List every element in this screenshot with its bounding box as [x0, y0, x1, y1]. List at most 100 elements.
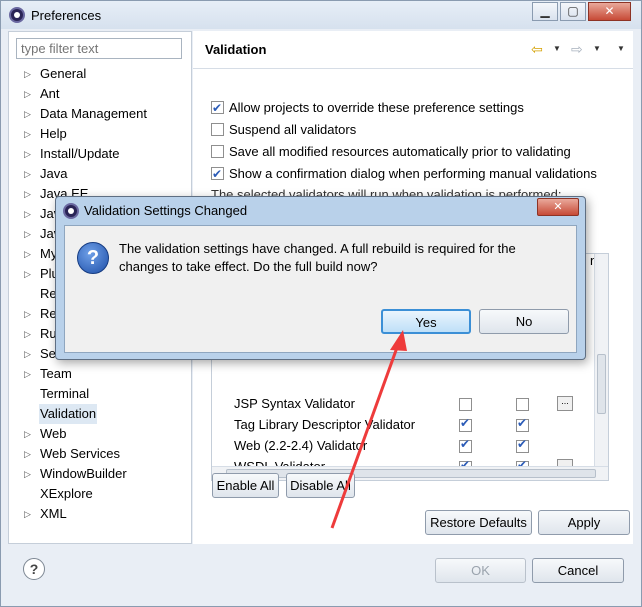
build-checkbox[interactable]: [516, 437, 529, 453]
back-arrow-icon[interactable]: ⇦: [531, 41, 543, 58]
disable-all-button[interactable]: Disable All: [286, 473, 355, 498]
tree-item-label: Data Management: [40, 106, 147, 121]
expand-arrow-icon[interactable]: ▷: [24, 104, 31, 124]
validation-settings-dialog: Validation Settings Changed ✕ ? The vali…: [55, 196, 586, 360]
expand-arrow-icon[interactable]: ▷: [24, 444, 31, 464]
expand-arrow-icon[interactable]: ▷: [24, 244, 31, 264]
tree-item[interactable]: ▷ Team: [9, 364, 191, 384]
minimize-button[interactable]: ▁: [532, 2, 558, 21]
option-row[interactable]: Allow projects to override these prefere…: [211, 98, 524, 118]
expand-arrow-icon[interactable]: ▷: [24, 304, 31, 324]
tree-item-label: Validation: [39, 404, 98, 424]
expand-arrow-icon[interactable]: ▷: [24, 504, 31, 524]
dialog-close-button[interactable]: ✕: [537, 198, 579, 216]
apply-button[interactable]: Apply: [538, 510, 630, 535]
tree-item-label: Java: [40, 166, 68, 181]
expand-arrow-icon[interactable]: ▷: [24, 84, 31, 104]
validator-name: Web (2.2-2.4) Validator: [234, 438, 368, 453]
expand-arrow-icon[interactable]: ▷: [24, 144, 31, 164]
expand-arrow-icon[interactable]: ▷: [24, 204, 31, 224]
tree-item-label: XExplore: [40, 486, 93, 501]
vertical-scrollbar[interactable]: [594, 254, 608, 468]
tree-item[interactable]: Terminal: [9, 384, 191, 404]
settings-ellipsis-button[interactable]: ...: [557, 396, 573, 411]
manual-checkbox[interactable]: [459, 437, 472, 453]
validator-name: Tag Library Descriptor Validator: [234, 417, 416, 432]
page-title: Validation: [205, 42, 267, 57]
option-checkbox[interactable]: [211, 123, 224, 136]
filter-input[interactable]: [16, 38, 182, 59]
expand-arrow-icon[interactable]: ▷: [24, 464, 31, 484]
ok-button[interactable]: OK: [435, 558, 526, 583]
tree-item-label: Install/Update: [40, 146, 120, 161]
expand-arrow-icon[interactable]: ▷: [24, 364, 31, 384]
expand-arrow-icon[interactable]: ▷: [24, 324, 31, 344]
tree-item[interactable]: XExplore: [9, 484, 191, 504]
view-menu-icon[interactable]: ▼: [617, 44, 625, 53]
table-row: Tag Library Descriptor Validator: [212, 415, 608, 436]
expand-arrow-icon[interactable]: ▷: [24, 184, 31, 204]
option-label: Allow projects to override these prefere…: [229, 100, 524, 115]
tree-item-label: WindowBuilder: [40, 466, 127, 481]
validator-name: JSP Syntax Validator: [234, 396, 355, 411]
option-checkbox[interactable]: [211, 164, 224, 184]
enable-all-button[interactable]: Enable All: [212, 473, 279, 498]
tree-item[interactable]: Validation: [9, 404, 191, 424]
option-label: Save all modified resources automaticall…: [229, 144, 571, 159]
horizontal-scroll-thumb[interactable]: [226, 469, 596, 478]
back-history-dropdown-icon[interactable]: ▼: [553, 44, 561, 53]
tree-item[interactable]: ▷ Web Services: [9, 444, 191, 464]
window-title: Preferences: [31, 8, 102, 23]
dialog-eclipse-icon: [63, 203, 79, 219]
expand-arrow-icon[interactable]: ▷: [24, 224, 31, 244]
tree-item[interactable]: ▷ Data Management: [9, 104, 191, 124]
restore-defaults-button[interactable]: Restore Defaults: [425, 510, 532, 535]
table-row: JSP Syntax Validator...: [212, 394, 608, 415]
manual-checkbox[interactable]: [459, 416, 472, 432]
expand-arrow-icon[interactable]: ▷: [24, 344, 31, 364]
tree-item[interactable]: ▷ Install/Update: [9, 144, 191, 164]
expand-arrow-icon[interactable]: ▷: [24, 424, 31, 444]
cancel-button[interactable]: Cancel: [532, 558, 624, 583]
expand-arrow-icon[interactable]: ▷: [24, 124, 31, 144]
tree-item[interactable]: ▷ Web: [9, 424, 191, 444]
forward-arrow-icon[interactable]: ⇨: [571, 41, 583, 58]
dialog-body: ? The validation settings have changed. …: [64, 225, 577, 353]
tree-item[interactable]: ▷ WindowBuilder: [9, 464, 191, 484]
expand-arrow-icon[interactable]: ▷: [24, 64, 31, 84]
table-row: Web (2.2-2.4) Validator: [212, 436, 608, 457]
tree-item[interactable]: ▷ XML: [9, 504, 191, 524]
close-button[interactable]: ✕: [588, 2, 631, 21]
no-button[interactable]: No: [479, 309, 569, 334]
yes-button[interactable]: Yes: [381, 309, 471, 334]
option-row[interactable]: Show a confirmation dialog when performi…: [211, 164, 597, 184]
build-checkbox[interactable]: [516, 416, 529, 432]
tree-item[interactable]: ▷ Ant: [9, 84, 191, 104]
tree-item-label: XML: [40, 506, 67, 521]
option-label: Show a confirmation dialog when performi…: [229, 166, 597, 181]
tree-item-label: Team: [40, 366, 72, 381]
option-row[interactable]: Suspend all validators: [211, 120, 356, 140]
dialog-title: Validation Settings Changed: [84, 203, 248, 218]
expand-arrow-icon[interactable]: ▷: [24, 264, 31, 284]
tree-item-label: Se: [40, 346, 56, 361]
maximize-button[interactable]: ▢: [560, 2, 586, 21]
tree-item-label: Help: [40, 126, 67, 141]
tree-item-label: General: [40, 66, 87, 81]
help-icon[interactable]: ?: [23, 558, 45, 580]
build-checkbox[interactable]: [516, 398, 529, 411]
window-titlebar: Preferences ▁ ▢ ✕: [1, 1, 641, 29]
tree-item[interactable]: ▷ Java: [9, 164, 191, 184]
option-row[interactable]: Save all modified resources automaticall…: [211, 142, 571, 162]
vertical-scroll-thumb[interactable]: [597, 354, 606, 414]
forward-history-dropdown-icon[interactable]: ▼: [593, 44, 601, 53]
manual-checkbox[interactable]: [459, 398, 472, 411]
expand-arrow-icon[interactable]: ▷: [24, 164, 31, 184]
tree-item[interactable]: ▷ General: [9, 64, 191, 84]
tree-item[interactable]: ▷ Help: [9, 124, 191, 144]
option-checkbox[interactable]: [211, 98, 224, 118]
question-icon: ?: [77, 242, 109, 274]
option-checkbox[interactable]: [211, 145, 224, 158]
tree-item-label: Web: [40, 426, 67, 441]
tree-item-label: Terminal: [40, 386, 90, 401]
